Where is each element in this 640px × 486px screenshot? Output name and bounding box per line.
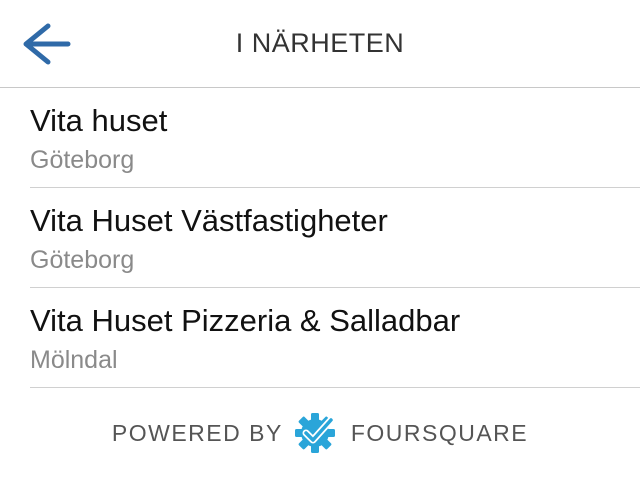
foursquare-check-gear-icon bbox=[294, 413, 335, 453]
list-item[interactable]: Vita Huset Pizzeria & Salladbar Mölndal bbox=[30, 288, 640, 388]
place-city: Mölndal bbox=[30, 346, 118, 374]
powered-by-label: POWERED BY bbox=[111, 419, 283, 446]
place-city: Göteborg bbox=[30, 246, 135, 274]
place-city: Göteborg bbox=[30, 146, 135, 174]
list-item[interactable]: Vita Huset Västfastigheter Göteborg bbox=[30, 188, 640, 288]
foursquare-brand-label: FOURSQUARE bbox=[350, 419, 529, 446]
top-bar: I NÄRHETEN bbox=[0, 0, 640, 88]
place-name: Vita Huset Pizzeria & Salladbar bbox=[30, 303, 461, 338]
places-list: Vita huset Göteborg Vita Huset Västfasti… bbox=[0, 88, 640, 388]
place-name: Vita huset bbox=[30, 103, 168, 138]
page-title: I NÄRHETEN bbox=[235, 28, 405, 58]
place-name: Vita Huset Västfastigheter bbox=[30, 203, 388, 238]
list-item[interactable]: Vita huset Göteborg bbox=[30, 88, 640, 188]
powered-by-footer: POWERED BY FOURSQUARE bbox=[0, 408, 640, 458]
